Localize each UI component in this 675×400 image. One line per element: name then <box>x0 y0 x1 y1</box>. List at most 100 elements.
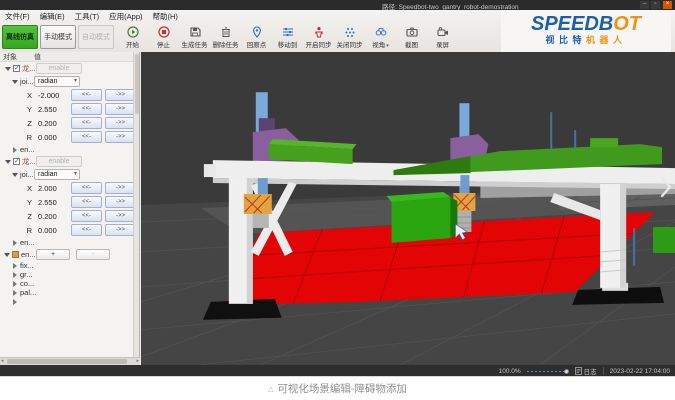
collapsed-arrow-icon[interactable] <box>13 281 17 287</box>
jog-increase-button[interactable]: ->> <box>105 131 136 143</box>
menu-tools[interactable]: 工具(T) <box>75 11 100 22</box>
delete-task-button[interactable]: 删除任务 <box>211 23 240 51</box>
maximize-button[interactable]: ▫ <box>651 1 660 9</box>
jog-increase-button[interactable]: ->> <box>105 224 136 236</box>
group-1-checkbox[interactable] <box>13 65 20 72</box>
tree-item-en[interactable]: en... <box>0 144 139 155</box>
collapsed-arrow-icon[interactable] <box>13 299 17 305</box>
tree-item-gr[interactable]: gr... <box>0 270 139 279</box>
menu-file[interactable]: 文件(F) <box>5 11 30 22</box>
column-value: 值 <box>34 52 94 61</box>
axis-row-r: R 0.000 <<- ->> <box>0 130 139 144</box>
collapsed-arrow-icon[interactable] <box>13 240 17 246</box>
panel-vertical-scrollbar[interactable] <box>133 52 139 357</box>
scroll-left-arrow-icon[interactable]: ◂ <box>1 358 4 365</box>
left-gripper-tool <box>253 214 269 228</box>
collapsed-arrow-icon[interactable] <box>13 263 17 269</box>
menu-edit[interactable]: 编辑(E) <box>40 11 65 22</box>
jog-increase-button[interactable]: ->> <box>105 196 136 208</box>
enable-button[interactable]: enable <box>36 156 82 167</box>
log-button[interactable]: 日志 <box>575 366 597 376</box>
app-window: 路径: Speedbot-two_gantry_robot-demostrati… <box>0 0 675 377</box>
expand-arrow-icon[interactable] <box>12 80 18 84</box>
jog-decrease-button[interactable]: <<- <box>71 89 102 101</box>
close-button[interactable]: × <box>663 1 672 9</box>
home-point-button[interactable]: 回原点 <box>242 23 271 51</box>
jog-decrease-button[interactable]: <<- <box>71 182 102 194</box>
jog-increase-button[interactable]: ->> <box>105 117 136 129</box>
axis-row-y: Y 2.550 <<- ->> <box>0 102 139 116</box>
jog-decrease-button[interactable]: <<- <box>71 224 102 236</box>
expand-arrow-icon[interactable] <box>4 253 10 257</box>
tree-group-1[interactable]: 龙... enable <box>0 62 139 75</box>
expand-arrow-icon[interactable] <box>5 160 11 164</box>
add-item-button[interactable]: + <box>36 249 70 260</box>
3d-scene <box>141 52 675 365</box>
menu-app[interactable]: 应用(App) <box>109 11 142 22</box>
panel-horizontal-scrollbar[interactable]: ◂ ▸ <box>0 357 140 365</box>
view-angle-button[interactable]: 视角▾ <box>366 23 395 51</box>
scroll-right-arrow-icon[interactable]: ▸ <box>136 358 139 365</box>
group-2-checkbox[interactable] <box>13 158 20 165</box>
tree-item-en-list[interactable]: en... + - <box>0 248 139 261</box>
thin-post-line <box>633 228 635 266</box>
zoom-slider[interactable] <box>527 369 569 374</box>
tree-item-co[interactable]: co... <box>0 279 139 288</box>
enable-button[interactable]: enable <box>36 63 82 74</box>
tree-item-empty[interactable] <box>0 297 139 306</box>
axis-row-z: Z 0.200 <<- ->> <box>0 209 139 223</box>
jog-increase-button[interactable]: ->> <box>105 103 136 115</box>
sync-on-button[interactable]: 开启同步 <box>304 23 333 51</box>
jog-increase-button[interactable]: ->> <box>105 210 136 222</box>
sync-off-button[interactable]: 关闭同步 <box>335 23 364 51</box>
logo-text-cn: 视比特机器人 <box>501 35 671 46</box>
expand-arrow-icon[interactable] <box>5 67 11 71</box>
camcorder-icon <box>437 26 449 38</box>
image-caption: △ 可视化场景编辑-障碍物添加 <box>0 377 675 400</box>
tree-joint-1[interactable]: joi... radian <box>0 75 139 88</box>
unit-dropdown[interactable]: radian <box>34 76 80 87</box>
scrollbar-thumb[interactable] <box>7 359 127 364</box>
tree-joint-2[interactable]: joi... radian <box>0 168 139 181</box>
carousel-next-arrow[interactable] <box>658 175 674 199</box>
stop-button[interactable]: 停止 <box>149 23 178 51</box>
dropdown-caret-icon: ▾ <box>386 43 389 49</box>
jog-increase-button[interactable]: ->> <box>105 89 136 101</box>
unit-dropdown[interactable]: radian <box>34 169 80 180</box>
jog-decrease-button[interactable]: <<- <box>71 131 102 143</box>
slider-handle-icon[interactable] <box>564 369 569 374</box>
tree-group-2[interactable]: 龙... enable <box>0 155 139 168</box>
manual-mode-button[interactable]: 手动模式 <box>40 25 76 49</box>
tree-item-fix[interactable]: fix... <box>0 261 139 270</box>
record-button[interactable]: 录屏 <box>428 23 457 51</box>
collapsed-arrow-icon[interactable] <box>13 272 17 278</box>
collapsed-arrow-icon[interactable] <box>13 147 17 153</box>
tree-item-en[interactable]: en... <box>0 237 139 248</box>
minimize-button[interactable]: – <box>640 1 649 9</box>
title-bar: 路径: Speedbot-two_gantry_robot-demostrati… <box>0 0 675 10</box>
right-mast-lower <box>460 175 469 194</box>
timestamp: 2023-02-22 17:04:00 <box>610 368 670 375</box>
offline-sim-button[interactable]: 离线仿真 <box>2 25 38 49</box>
jog-decrease-button[interactable]: <<- <box>71 210 102 222</box>
jog-decrease-button[interactable]: <<- <box>71 117 102 129</box>
far-right-green-box <box>653 227 675 253</box>
3d-viewport[interactable] <box>141 52 675 365</box>
jog-decrease-button[interactable]: <<- <box>71 196 102 208</box>
save-icon <box>189 26 201 38</box>
jog-decrease-button[interactable]: <<- <box>71 103 102 115</box>
collapsed-arrow-icon[interactable] <box>13 290 17 296</box>
jog-increase-button[interactable]: ->> <box>105 182 136 194</box>
start-button[interactable]: 开始 <box>118 23 147 51</box>
menu-help[interactable]: 帮助(H) <box>153 11 178 22</box>
auto-mode-button[interactable]: 自动模式 <box>78 25 114 49</box>
generate-task-button[interactable]: 生成任务 <box>180 23 209 51</box>
move-to-button[interactable]: 移动到 <box>273 23 302 51</box>
expand-arrow-icon[interactable] <box>12 173 18 177</box>
tree-item-pal[interactable]: pal... <box>0 288 139 297</box>
toolbar: 离线仿真 手动模式 自动模式 开始 停止 生成任务 删除任务 回原点 <box>0 22 505 52</box>
binoculars-icon <box>375 26 387 38</box>
stop-icon <box>158 26 170 38</box>
screenshot-button[interactable]: 截图 <box>397 23 426 51</box>
remove-item-button[interactable]: - <box>76 249 110 260</box>
